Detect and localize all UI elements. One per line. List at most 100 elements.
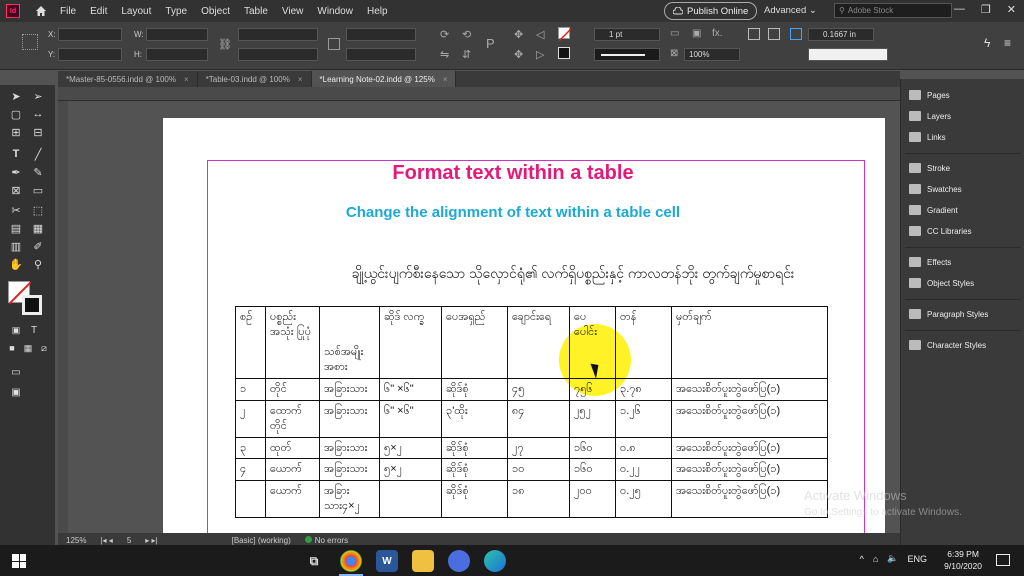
table-cell[interactable]: ၃ xyxy=(235,436,266,460)
direct-selection-tool-icon[interactable]: ➢ xyxy=(30,89,46,103)
gap-tool-icon[interactable]: ↔ xyxy=(30,107,46,121)
panel-paragraph-styles[interactable]: Paragraph Styles xyxy=(909,307,988,321)
table-cell[interactable]: ဆိုဒ်စုံ xyxy=(441,436,508,460)
line-tool-icon[interactable]: ╱ xyxy=(30,147,46,161)
table-cell[interactable]: ၀.၈ xyxy=(615,436,672,460)
stroke-color-box[interactable] xyxy=(22,295,42,315)
clock[interactable]: 6:39 PM 9/10/2020 xyxy=(944,549,982,573)
note-tool-icon[interactable]: ▥ xyxy=(8,239,24,253)
gradient-swatch-tool-icon[interactable]: ▤ xyxy=(8,221,24,235)
stroke-type-dropdown[interactable] xyxy=(594,48,660,61)
table-cell[interactable]: ၁၈ xyxy=(507,480,570,518)
table-cell[interactable]: ဆိုဒ်စုံ xyxy=(441,378,508,401)
table-cell[interactable]: အသေးစိတ်ပူးတွဲဖော်ပြ(၁) xyxy=(671,458,828,482)
file-explorer-icon[interactable] xyxy=(412,550,434,572)
table-cell[interactable]: ၂၇ xyxy=(507,436,570,460)
hand-tool-icon[interactable]: ✋ xyxy=(8,257,24,271)
previous-object-icon[interactable]: ◁ xyxy=(536,28,548,41)
content-collector-icon[interactable]: ⊞ xyxy=(8,125,24,139)
table-header-cell[interactable]: ဆိုဒ် လက္ခ xyxy=(379,306,442,379)
h-field[interactable] xyxy=(146,48,208,61)
panel-character-styles[interactable]: Character Styles xyxy=(909,338,986,352)
publish-online-button[interactable]: Publish Online xyxy=(664,2,758,20)
menu-table[interactable]: Table xyxy=(244,6,268,17)
page-number[interactable]: 5 xyxy=(127,536,131,545)
eyedropper-tool-icon[interactable]: ✐ xyxy=(30,239,46,253)
pen-tool-icon[interactable]: ✒ xyxy=(8,165,24,179)
constrain-link-icon[interactable]: ⛓ xyxy=(218,38,232,51)
table-cell[interactable]: ၄၅ xyxy=(507,378,570,401)
table-cell[interactable]: ၂၀၀ xyxy=(569,480,616,518)
table-cell[interactable]: ၅×၂ xyxy=(379,458,442,482)
menu-view[interactable]: View xyxy=(282,6,304,17)
table-cell[interactable]: ၁၀ xyxy=(507,458,570,482)
table-cell[interactable]: ၁.၂၆ xyxy=(615,399,672,438)
fill-swatch[interactable] xyxy=(558,27,572,42)
free-transform-tool-icon[interactable]: ⬚ xyxy=(30,203,46,217)
close-button[interactable]: ✕ xyxy=(1007,3,1016,16)
tab-table[interactable]: *Table-03.indd @ 100% × xyxy=(198,71,312,87)
flip-horizontal-icon[interactable]: ⇋ xyxy=(440,48,452,61)
page-nav-first-icon[interactable]: |◂ ◂ xyxy=(100,536,112,545)
panel-effects[interactable]: Effects xyxy=(909,255,951,269)
content-placer-icon[interactable]: ⊟ xyxy=(30,125,46,139)
panel-stroke[interactable]: Stroke xyxy=(909,161,950,175)
panel-swatches[interactable]: Swatches xyxy=(909,182,962,196)
table-cell[interactable]: ၄ xyxy=(235,458,266,482)
fit-content-icon[interactable]: ▣ xyxy=(692,28,704,40)
table-cell[interactable]: ၂ xyxy=(235,399,266,438)
formatting-container-icon[interactable]: ▣ xyxy=(8,323,24,337)
pencil-tool-icon[interactable]: ✎ xyxy=(30,165,46,179)
menu-object[interactable]: Object xyxy=(201,6,230,17)
table-cell[interactable]: ၅×၂ xyxy=(379,436,442,460)
document-page[interactable]: Format text within a table Change the al… xyxy=(163,118,885,533)
screen-mode-icon[interactable]: ▭ xyxy=(8,365,24,379)
close-icon[interactable]: × xyxy=(443,75,448,84)
rectangle-frame-tool-icon[interactable]: ⊠ xyxy=(8,183,24,197)
reference-point-icon[interactable] xyxy=(22,34,38,50)
menu-help[interactable]: Help xyxy=(367,6,388,17)
table-header-cell[interactable]: စဉ် xyxy=(235,306,266,379)
table-cell[interactable]: ၈၄ xyxy=(507,399,570,438)
table-cell[interactable]: ၆" ×၆" xyxy=(379,378,442,401)
panel-links[interactable]: Links xyxy=(909,130,946,144)
gradient-feather-tool-icon[interactable]: ▦ xyxy=(30,221,46,235)
table-cell[interactable]: ဆိုဒ်စုံ xyxy=(441,480,508,518)
table-header-cell[interactable]: ပေအရှည် xyxy=(441,306,508,379)
edge-icon[interactable] xyxy=(484,550,506,572)
table-cell[interactable]: ၁ xyxy=(235,378,266,401)
table-cell[interactable]: ထုတ် xyxy=(265,436,320,460)
apply-gradient-icon[interactable]: ▦ xyxy=(20,341,36,355)
notification-icon[interactable] xyxy=(996,554,1010,566)
stroke-swatch[interactable] xyxy=(558,47,570,59)
select-container-icon[interactable]: ✥ xyxy=(514,28,526,41)
shear-field[interactable] xyxy=(346,48,416,61)
rotate-cw-icon[interactable]: ⟳ xyxy=(440,28,452,41)
offset-field[interactable]: 0.1667 in xyxy=(808,28,874,41)
menu-layout[interactable]: Layout xyxy=(121,6,151,17)
table-cell[interactable]: ၁၆၀ xyxy=(569,436,616,460)
panel-cc-libraries[interactable]: CC Libraries xyxy=(909,224,971,238)
volume-icon[interactable]: 🔈 xyxy=(887,553,898,564)
language-indicator[interactable]: ENG xyxy=(907,554,927,564)
app-icon[interactable] xyxy=(448,550,470,572)
table-cell[interactable] xyxy=(235,480,266,518)
text-wrap-none-icon[interactable] xyxy=(748,28,760,40)
data-table[interactable]: စဉ် ပစ္စည်း အသုံး ပြုပုံ သစ်အမျိုး အစား … xyxy=(235,306,828,518)
menu-window[interactable]: Window xyxy=(317,6,353,17)
panel-layers[interactable]: Layers xyxy=(909,109,951,123)
home-icon[interactable] xyxy=(34,4,48,18)
frame-fitting-icon[interactable]: ▭ xyxy=(670,28,682,40)
table-cell[interactable]: အခြားသား xyxy=(319,436,380,460)
panel-menu-icon[interactable]: ≡ xyxy=(1004,36,1016,50)
table-cell[interactable]: ယောက် xyxy=(265,458,320,482)
table-cell[interactable]: ၁၆၀ xyxy=(569,458,616,482)
table-cell[interactable]: တိုင် xyxy=(265,378,320,401)
lightning-icon[interactable]: ϟ xyxy=(984,36,996,50)
table-cell[interactable]: အခြားသား xyxy=(319,399,380,438)
rectangle-tool-icon[interactable]: ▭ xyxy=(30,183,46,197)
document-canvas[interactable]: Format text within a table Change the al… xyxy=(68,101,900,533)
task-view-icon[interactable]: ⧉ xyxy=(303,550,325,572)
stock-search-input[interactable]: ⚲ Adobe Stock xyxy=(834,3,952,18)
table-cell[interactable]: ဆိုဒ်စုံ xyxy=(441,458,508,482)
